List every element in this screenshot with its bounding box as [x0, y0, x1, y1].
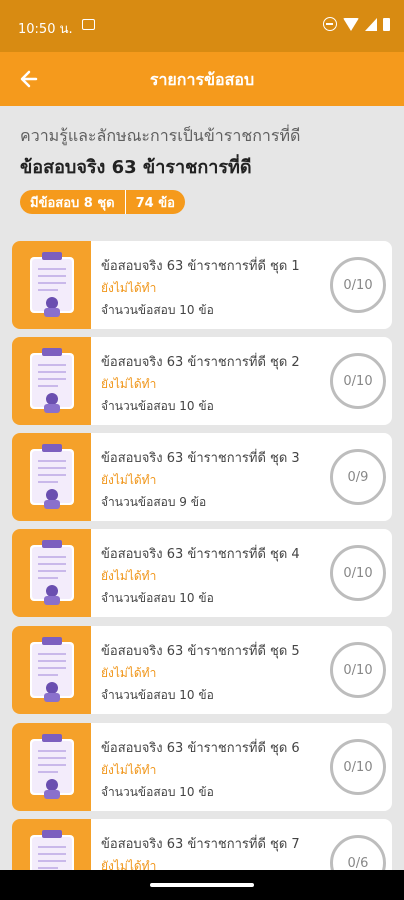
exam-status: ยังไม่ได้ทำ — [101, 569, 157, 583]
exam-card[interactable]: ข้อสอบจริง 63 ข้าราชการที่ดี ชุด 1 ยังไม… — [12, 241, 392, 329]
exam-status: ยังไม่ได้ทำ — [101, 473, 157, 487]
exam-status: ยังไม่ได้ทำ — [101, 859, 157, 870]
exam-thumbnail — [12, 337, 91, 425]
score-ring: 0/10 — [330, 545, 386, 601]
clipboard-exam-icon — [30, 830, 74, 870]
score-ring: 0/9 — [330, 449, 386, 505]
clipboard-exam-icon — [30, 252, 74, 317]
message-icon — [82, 19, 95, 30]
page-title: รายการข้อสอบ — [149, 70, 255, 89]
app-bar: รายการข้อสอบ — [0, 52, 404, 106]
clipboard-exam-icon — [30, 348, 74, 413]
exam-question-count: จำนวนข้อสอบ 10 ข้อ — [101, 303, 214, 317]
status-icons — [323, 17, 390, 31]
system-nav-bar — [0, 870, 404, 900]
wifi-icon — [343, 17, 359, 31]
exam-title: ข้อสอบจริง 63 ข้าราชการที่ดี ชุด 6 — [101, 741, 300, 756]
score-ring: 0/10 — [330, 257, 386, 313]
score-ring: 0/10 — [330, 642, 386, 698]
do-not-disturb-icon — [323, 17, 337, 31]
exam-title: ข้อสอบจริง 63 ข้าราชการที่ดี ชุด 4 — [101, 547, 300, 562]
signal-icon — [365, 17, 377, 31]
exam-question-count: จำนวนข้อสอบ 10 ข้อ — [101, 399, 214, 413]
exam-title: ข้อสอบจริง 63 ข้าราชการที่ดี ชุด 3 — [101, 451, 300, 466]
exam-title: ข้อสอบจริง 63 ข้าราชการที่ดี ชุด 7 — [101, 837, 300, 852]
sets-count-badge: มีข้อสอบ 8 ชุด — [30, 195, 115, 211]
exam-thumbnail — [12, 241, 91, 329]
status-bar: 10:50 น. — [0, 0, 404, 52]
exam-thumbnail — [12, 723, 91, 811]
clipboard-exam-icon — [30, 540, 74, 605]
category-subtitle: ความรู้และลักษณะการเป็นข้าราชการที่ดี — [20, 126, 301, 145]
exam-title: ข้อสอบจริง 63 ข้าราชการที่ดี ชุด 5 — [101, 644, 300, 659]
exam-thumbnail — [12, 819, 91, 870]
exam-card[interactable]: ข้อสอบจริง 63 ข้าราชการที่ดี ชุด 7 ยังไม… — [12, 819, 392, 870]
clipboard-exam-icon — [30, 444, 74, 509]
exam-list[interactable]: ข้อสอบจริง 63 ข้าราชการที่ดี ชุด 1 ยังไม… — [0, 226, 404, 870]
question-count-badge: 74 ข้อ — [135, 195, 175, 211]
score-ring: 0/6 — [330, 835, 386, 870]
exam-status: ยังไม่ได้ทำ — [101, 763, 157, 777]
exam-card[interactable]: ข้อสอบจริง 63 ข้าราชการที่ดี ชุด 6 ยังไม… — [12, 723, 392, 811]
exam-thumbnail — [12, 529, 91, 617]
battery-icon — [383, 17, 390, 31]
exam-question-count: จำนวนข้อสอบ 10 ข้อ — [101, 785, 214, 799]
exam-card[interactable]: ข้อสอบจริง 63 ข้าราชการที่ดี ชุด 4 ยังไม… — [12, 529, 392, 617]
exam-thumbnail — [12, 626, 91, 714]
exam-question-count: จำนวนข้อสอบ 10 ข้อ — [101, 688, 214, 702]
summary-badge: มีข้อสอบ 8 ชุด 74 ข้อ — [20, 190, 185, 214]
exam-thumbnail — [12, 433, 91, 521]
score-ring: 0/10 — [330, 739, 386, 795]
exam-status: ยังไม่ได้ทำ — [101, 281, 157, 295]
category-header: ความรู้และลักษณะการเป็นข้าราชการที่ดี ข้… — [0, 106, 404, 226]
exam-card[interactable]: ข้อสอบจริง 63 ข้าราชการที่ดี ชุด 2 ยังไม… — [12, 337, 392, 425]
score-ring: 0/10 — [330, 353, 386, 409]
exam-question-count: จำนวนข้อสอบ 9 ข้อ — [101, 495, 207, 509]
exam-title: ข้อสอบจริง 63 ข้าราชการที่ดี ชุด 1 — [101, 259, 300, 274]
exam-status: ยังไม่ได้ทำ — [101, 666, 157, 680]
exam-card[interactable]: ข้อสอบจริง 63 ข้าราชการที่ดี ชุด 5 ยังไม… — [12, 626, 392, 714]
exam-card[interactable]: ข้อสอบจริง 63 ข้าราชการที่ดี ชุด 3 ยังไม… — [12, 433, 392, 521]
clipboard-exam-icon — [30, 637, 74, 702]
category-title: ข้อสอบจริง 63 ข้าราชการที่ดี — [20, 157, 252, 178]
exam-status: ยังไม่ได้ทำ — [101, 377, 157, 391]
exam-title: ข้อสอบจริง 63 ข้าราชการที่ดี ชุด 2 — [101, 355, 300, 370]
status-time: 10:50 น. — [18, 22, 73, 37]
home-handle[interactable] — [150, 883, 254, 887]
clipboard-exam-icon — [30, 734, 74, 799]
exam-question-count: จำนวนข้อสอบ 10 ข้อ — [101, 591, 214, 605]
